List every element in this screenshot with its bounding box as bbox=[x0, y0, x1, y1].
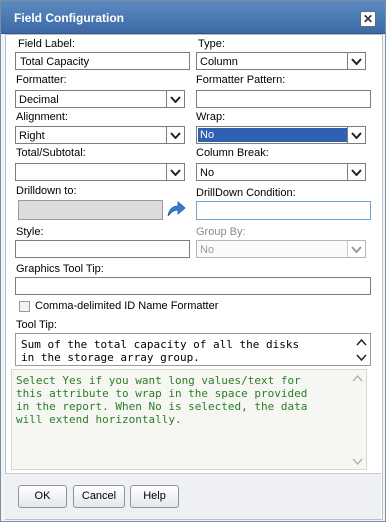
drilldown-condition-label: DrillDown Condition: bbox=[196, 187, 296, 199]
alignment-select[interactable]: Right bbox=[15, 126, 185, 144]
chevron-down-icon[interactable] bbox=[347, 164, 365, 180]
total-subtotal-label: Total/Subtotal: bbox=[16, 147, 86, 159]
formatter-select[interactable]: Decimal bbox=[15, 90, 185, 108]
group-by-label: Group By: bbox=[196, 226, 246, 238]
scroll-down-icon[interactable] bbox=[349, 454, 365, 468]
style-label: Style: bbox=[16, 226, 44, 238]
chevron-down-icon[interactable] bbox=[166, 91, 184, 107]
comma-delimited-checkbox[interactable] bbox=[19, 301, 30, 312]
tool-tip-textarea[interactable]: Sum of the total capacity of all the dis… bbox=[15, 333, 371, 366]
formatter-pattern-input[interactable] bbox=[196, 90, 371, 108]
alignment-label: Alignment: bbox=[16, 111, 68, 123]
scroll-up-icon[interactable] bbox=[349, 371, 365, 385]
field-label-label: Field Label: bbox=[18, 38, 75, 50]
tool-tip-scrollbar[interactable] bbox=[353, 335, 369, 364]
drilldown-condition-input[interactable] bbox=[196, 201, 371, 220]
field-configuration-dialog: Field Configuration ✕ Field Label: Total… bbox=[0, 0, 386, 522]
chevron-down-icon bbox=[347, 241, 365, 257]
scroll-down-icon[interactable] bbox=[353, 350, 369, 364]
tool-tip-label: Tool Tip: bbox=[16, 319, 57, 331]
drilldown-to-input[interactable] bbox=[18, 200, 163, 220]
formatter-pattern-label: Formatter Pattern: bbox=[196, 74, 286, 86]
graphics-tool-tip-label: Graphics Tool Tip: bbox=[16, 263, 104, 275]
group-by-value: No bbox=[200, 244, 215, 256]
help-text-area: Select Yes if you want long values/text … bbox=[11, 369, 367, 470]
wrap-label: Wrap: bbox=[196, 111, 226, 123]
type-label: Type: bbox=[198, 38, 225, 50]
ok-button[interactable]: OK bbox=[18, 485, 67, 508]
total-subtotal-select[interactable] bbox=[15, 163, 185, 181]
style-input[interactable] bbox=[15, 240, 190, 258]
comma-delimited-label: Comma-delimited ID Name Formatter bbox=[35, 300, 219, 312]
chevron-down-icon[interactable] bbox=[347, 127, 365, 143]
drilldown-arrow-icon[interactable] bbox=[165, 199, 187, 219]
title-bar[interactable]: Field Configuration ✕ bbox=[1, 1, 385, 34]
column-break-value: No bbox=[200, 167, 215, 179]
column-break-select[interactable]: No bbox=[196, 163, 366, 181]
drilldown-to-label: Drilldown to: bbox=[16, 185, 77, 197]
formatter-label: Formatter: bbox=[16, 74, 67, 86]
tool-tip-text: Sum of the total capacity of all the dis… bbox=[21, 338, 300, 364]
help-scrollbar[interactable] bbox=[349, 371, 365, 468]
wrap-value: No bbox=[198, 128, 347, 142]
group-by-select: No bbox=[196, 240, 366, 258]
help-text: Select Yes if you want long values/text … bbox=[16, 374, 308, 426]
alignment-value: Right bbox=[19, 130, 45, 142]
column-break-label: Column Break: bbox=[196, 147, 269, 159]
dialog-title: Field Configuration bbox=[14, 11, 124, 25]
help-button[interactable]: Help bbox=[130, 485, 179, 508]
type-value: Column bbox=[200, 56, 238, 68]
chevron-down-icon[interactable] bbox=[166, 164, 184, 180]
chevron-down-icon[interactable] bbox=[166, 127, 184, 143]
close-icon[interactable]: ✕ bbox=[360, 11, 376, 27]
scroll-up-icon[interactable] bbox=[353, 335, 369, 349]
formatter-value: Decimal bbox=[19, 94, 59, 106]
chevron-down-icon[interactable] bbox=[347, 53, 365, 69]
type-select[interactable]: Column bbox=[196, 52, 366, 70]
cancel-button[interactable]: Cancel bbox=[73, 485, 125, 508]
wrap-select[interactable]: No bbox=[196, 126, 366, 144]
graphics-tool-tip-input[interactable] bbox=[15, 277, 371, 295]
field-label-input[interactable]: Total Capacity bbox=[15, 52, 190, 70]
